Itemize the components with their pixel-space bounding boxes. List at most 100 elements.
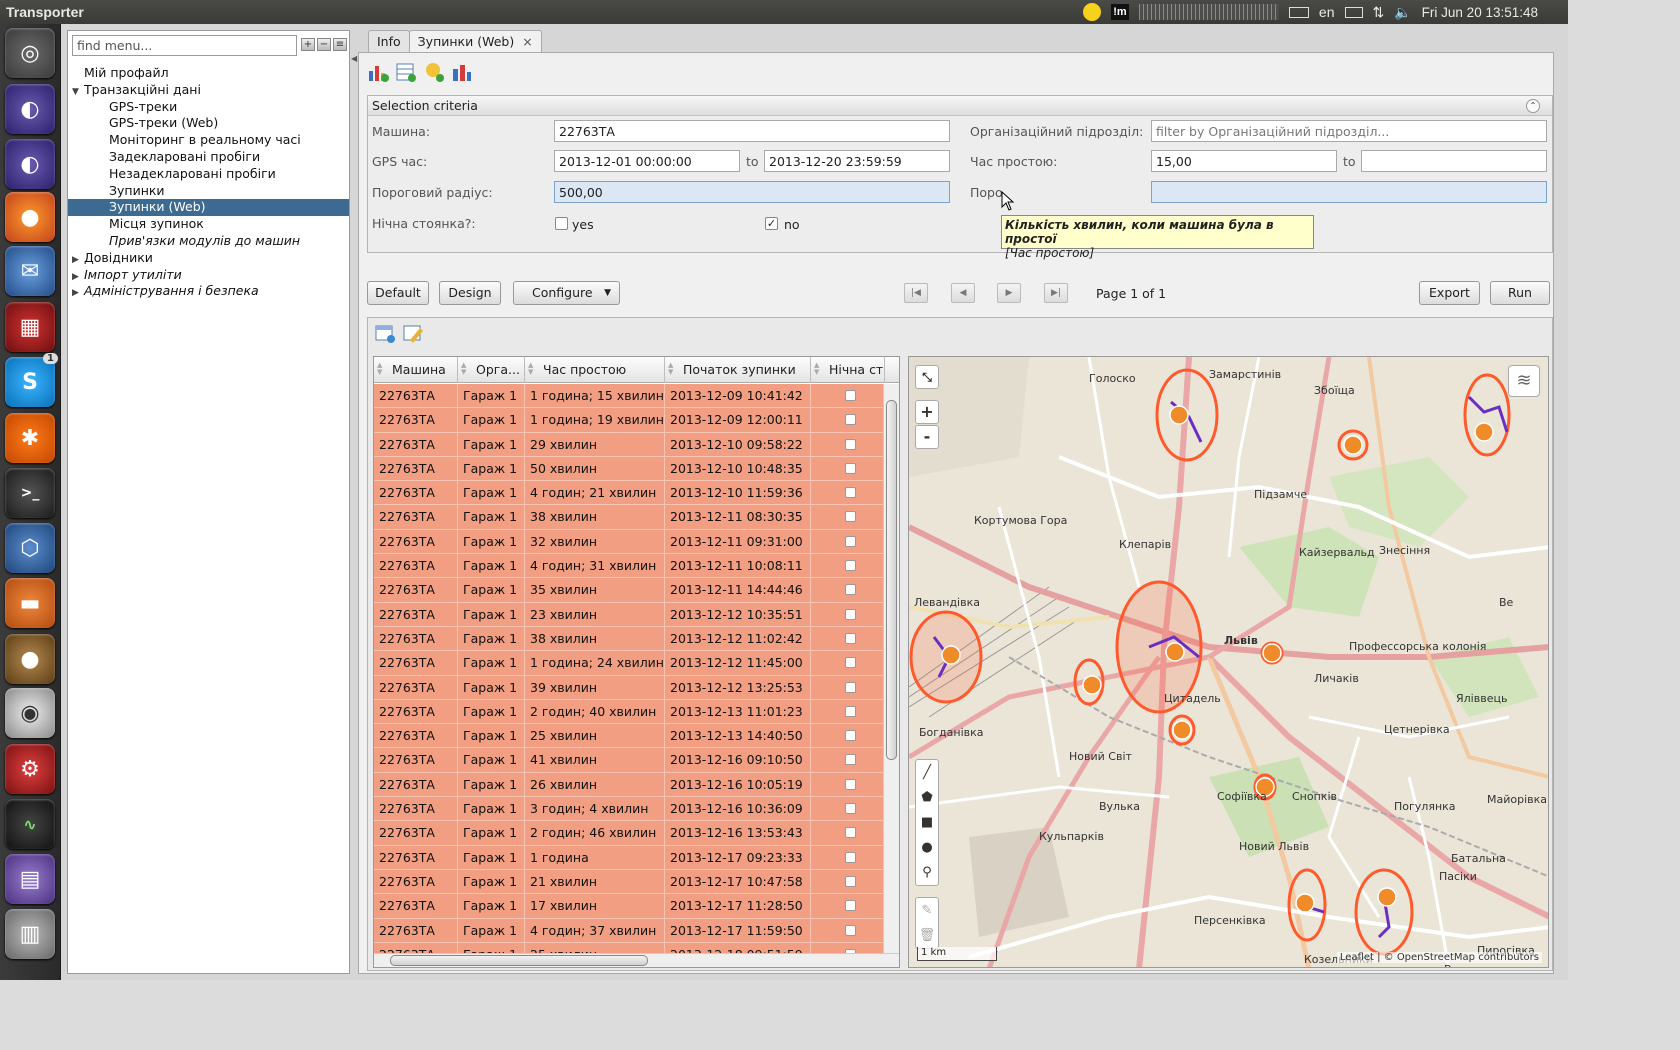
draw-circle-icon[interactable]: ● <box>916 835 938 860</box>
horizontal-scroll-thumb[interactable] <box>390 955 648 966</box>
chart-add-icon[interactable] <box>367 61 389 83</box>
first-page-button[interactable]: |◀ <box>904 283 928 303</box>
workspace-icon[interactable]: ▤ <box>5 854 55 904</box>
fullscreen-button[interactable]: ⤡ <box>915 365 939 389</box>
table-row[interactable]: 22763ТА Гараж 1 50 хвилин 2013-12-10 10:48:… <box>374 456 885 482</box>
threshold-field[interactable] <box>1151 181 1547 203</box>
table-row[interactable]: 22763ТА Гараж 11 година; 19 хвилин 2013-12… <box>374 408 885 433</box>
table-row[interactable]: 22763ТА Гараж 14 годин; 21 хвилин 2013-12-… <box>374 481 885 506</box>
collapse-icon[interactable]: ⌃ <box>1526 99 1540 113</box>
zoom-in-button[interactable]: + <box>915 400 939 424</box>
table-row[interactable]: 22763ТА Гараж 1 41 хвилин 2013-12-16 09:10:… <box>374 748 885 773</box>
tree-options-button[interactable]: ≡ <box>333 38 347 51</box>
night-parking-checkbox[interactable] <box>844 632 856 644</box>
default-button[interactable]: Default <box>367 281 429 305</box>
grid-edit-icon[interactable] <box>402 322 424 344</box>
table-row[interactable]: 22763ТА Гараж 14 годин; 31 хвилин 2013-12-… <box>374 554 885 579</box>
menu-item[interactable]: Задекларовані пробіги <box>68 149 349 166</box>
moon-icon[interactable] <box>1082 3 1101 21</box>
grid-settings-icon[interactable] <box>374 322 396 344</box>
night-parking-checkbox[interactable] <box>844 900 856 912</box>
language-indicator[interactable]: en <box>1319 4 1335 20</box>
table-row[interactable]: 22763ТА Гараж 1 25 хвилин 2013-12-13 14:40:… <box>374 724 885 749</box>
table-row[interactable]: 22763ТА Гараж 1 29 хвилин 2013-12-10 09:58:… <box>374 432 885 457</box>
im-icon[interactable]: !m <box>1110 4 1129 20</box>
table-row[interactable]: 22763ТА Гараж 11 година; 15 хвилин 2013-12… <box>374 384 885 409</box>
trash-icon[interactable]: ▥ <box>5 909 55 959</box>
table-row[interactable]: 22763ТА Гараж 1 35 хвилин 2013-12-11 14:44:… <box>374 578 885 603</box>
selection-criteria-header[interactable]: Selection criteria ⌃ <box>368 96 1552 116</box>
night-parking-checkbox[interactable] <box>844 681 856 693</box>
table-row[interactable]: 22763ТА Гараж 1 21 хвилин 2013-12-17 10:47:… <box>374 869 885 895</box>
menu-item[interactable]: ▶ Адміністрування і безпека <box>68 283 349 300</box>
table-row[interactable]: 22763ТА Гараж 13 годин; 4 хвилин 2013-12-1… <box>374 797 885 822</box>
tab-stops-web[interactable]: Зупинки (Web) × <box>408 30 542 52</box>
clock[interactable]: Fri Jun 20 13:51:48 <box>1422 5 1538 20</box>
mail-icon[interactable] <box>1344 6 1363 18</box>
zoom-out-button[interactable]: - <box>915 425 939 449</box>
table-row[interactable]: 22763ТА Гараж 11 година; 24 хвилин 2013-12… <box>374 651 885 676</box>
pane-splitter[interactable]: ◀ <box>350 30 358 974</box>
table-row[interactable]: 22763ТА Гараж 11 година 2013-12-17 09:23:3… <box>374 845 885 870</box>
night-no-checkbox[interactable]: ✓ <box>765 217 778 230</box>
chart-edit-icon[interactable] <box>451 61 473 83</box>
next-page-button[interactable]: ▶ <box>997 283 1021 303</box>
idle-to-field[interactable] <box>1361 150 1547 172</box>
menu-item[interactable]: Місця зупинок <box>68 216 349 233</box>
night-parking-checkbox[interactable] <box>844 487 856 499</box>
night-parking-checkbox[interactable] <box>844 827 856 839</box>
table-row[interactable]: 22763ТА Гараж 1 38 хвилин 2013-12-11 08:30:… <box>374 505 885 530</box>
table-row[interactable]: 22763ТА Гараж 1 17 хвилин 2013-12-17 11:28:… <box>374 894 885 919</box>
design-button[interactable]: Design <box>439 281 501 305</box>
close-tab-icon[interactable]: × <box>522 34 532 49</box>
eclipse-icon[interactable]: ◐ <box>5 84 55 134</box>
draw-marker-icon[interactable]: ⚲ <box>916 860 938 885</box>
volume-icon[interactable]: 🔈 <box>1394 4 1411 21</box>
menu-item[interactable]: ▶ Довідники <box>68 250 349 267</box>
night-yes-checkbox[interactable] <box>555 217 568 230</box>
stops-map[interactable]: Голоско Замарстинів Збоїща Підзамче Знесіння… <box>908 356 1549 968</box>
menu-item[interactable]: ▼ Транзакційні дані <box>68 82 349 99</box>
night-parking-checkbox[interactable] <box>844 851 856 863</box>
vertical-scrollbar[interactable] <box>883 384 899 954</box>
night-parking-checkbox[interactable] <box>844 754 856 766</box>
find-menu-input[interactable]: find menu... <box>72 35 297 56</box>
column-header[interactable]: ▲ ▼ Час простою <box>525 357 665 383</box>
menu-item[interactable]: GPS-треки <box>68 99 349 116</box>
eclipse-icon-2[interactable]: ◐ <box>5 139 55 189</box>
menu-item[interactable]: GPS-треки (Web) <box>68 115 349 132</box>
menu-item[interactable]: Незадекларовані пробіги <box>68 166 349 183</box>
sound-icon[interactable]: ◉ <box>5 688 55 738</box>
draw-rectangle-icon[interactable]: ■ <box>916 810 938 835</box>
skype-icon[interactable]: S1 <box>5 353 58 407</box>
thunderbird-icon[interactable]: ✉ <box>5 246 55 296</box>
system-monitor-icon[interactable]: ∿ <box>5 799 55 849</box>
night-parking-checkbox[interactable] <box>844 414 856 426</box>
menu-item[interactable]: Прив'язки модулів до машин <box>68 233 349 250</box>
vehicle-field[interactable]: 22763ТА <box>554 120 950 142</box>
transfer-icon[interactable]: ⇅ <box>1373 4 1385 21</box>
column-header[interactable]: ▲ ▼ Орга... <box>458 357 525 383</box>
terminal-icon[interactable]: >_ <box>5 468 55 518</box>
table-row[interactable]: 22763ТА Гараж 12 годин; 40 хвилин 2013-12-… <box>374 699 885 725</box>
night-parking-checkbox[interactable] <box>844 803 856 815</box>
night-parking-checkbox[interactable] <box>844 730 856 742</box>
keyboard-icon[interactable] <box>1288 6 1309 18</box>
night-parking-checkbox[interactable] <box>844 438 856 450</box>
acorn-icon[interactable]: ● <box>5 634 55 684</box>
export-button[interactable]: Export <box>1419 281 1480 305</box>
column-header[interactable]: ▲ ▼ Початок зупинки <box>665 357 811 383</box>
ubuntu-dash-icon[interactable]: ◎ <box>5 28 55 78</box>
menu-item[interactable]: Моніторинг в реальному часі <box>68 132 349 149</box>
night-parking-checkbox[interactable] <box>844 462 856 474</box>
collapse-all-button[interactable]: − <box>317 38 331 51</box>
night-parking-checkbox[interactable] <box>844 875 856 887</box>
files-icon[interactable]: ▬ <box>5 578 55 628</box>
xmind-icon[interactable]: ✱ <box>5 413 55 463</box>
table-row[interactable]: 22763ТА Гараж 1 38 хвилин 2013-12-12 11:02:… <box>374 626 885 652</box>
table-add-icon[interactable] <box>395 61 417 83</box>
map-attribution[interactable]: Leaflet | © OpenStreetMap contributors <box>1336 952 1542 963</box>
table-row[interactable]: 22763ТА Гараж 1 32 хвилин 2013-12-11 09:31:… <box>374 529 885 555</box>
table-row[interactable]: 22763ТА Гараж 12 годин; 46 хвилин 2013-12-… <box>374 821 885 846</box>
menu-item[interactable]: Мій профайл <box>68 65 349 82</box>
